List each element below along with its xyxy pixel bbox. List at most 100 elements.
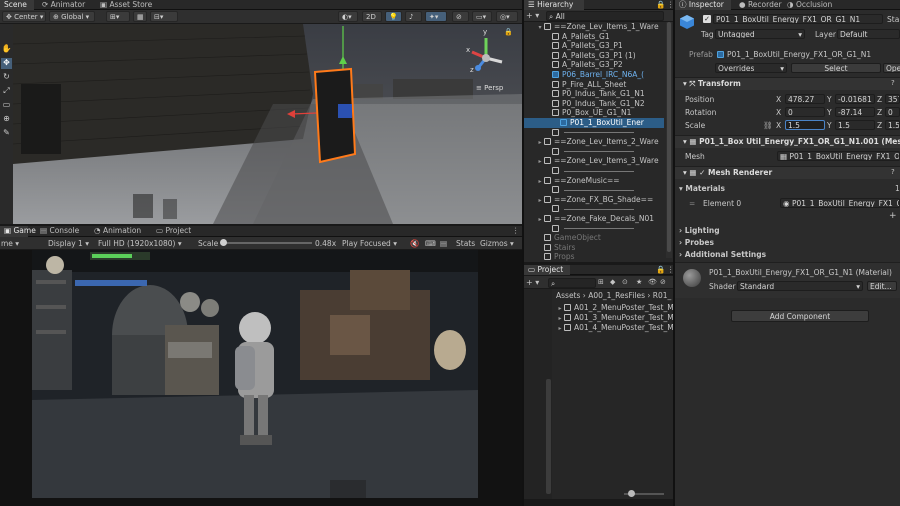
project-item[interactable]: ▸ A01_2_MenuPoster_Test_Ma	[556, 303, 673, 313]
shader-edit-button[interactable]: Edit...	[867, 281, 897, 291]
object-name-field[interactable]: P01_1_BoxUtil_Energy_FX1_OR_G1_N1	[713, 14, 883, 24]
hand-tool-icon[interactable]: ✋	[1, 44, 12, 55]
rotation-x-field[interactable]: 0	[785, 107, 825, 117]
project-visibility-icon[interactable]: ⊘	[660, 276, 666, 289]
shortcut-icon[interactable]: ⌨	[425, 238, 436, 249]
project-add-button[interactable]: + ▾	[526, 276, 539, 289]
resolution-dropdown[interactable]: Full HD (1920x1080) ▾	[98, 238, 182, 249]
tab-animator[interactable]: ⟳ Animator	[38, 0, 89, 10]
transform-header[interactable]: ▾ ⤧ Transform	[675, 77, 900, 90]
effects-toggle-icon[interactable]: ✦▾	[425, 11, 447, 22]
favorites-icon[interactable]: ★	[636, 276, 642, 289]
game-mode-dropdown[interactable]: me ▾	[1, 238, 19, 249]
grid-visibility-button[interactable]: ⊟▾	[150, 11, 178, 22]
custom-tool-icon[interactable]: ✎	[1, 128, 12, 139]
hierarchy-item[interactable]: Stairs	[524, 243, 664, 253]
hierarchy-item[interactable]	[524, 204, 664, 214]
mesh-field[interactable]: ▦ P01_1_BoxUtil_Energy_FX1_OR_G	[777, 151, 900, 161]
static-checkbox-label[interactable]: Sta	[887, 15, 899, 24]
breadcrumb-r01[interactable]: R01_	[653, 291, 672, 300]
space-dropdown[interactable]: ⊕ Global ▾	[49, 11, 95, 22]
snap-increment-button[interactable]: ▦	[133, 11, 147, 22]
transform-help-icon[interactable]: ?	[891, 79, 895, 87]
project-zoom-handle[interactable]	[628, 490, 635, 497]
draw-mode-button[interactable]: ◐▾	[338, 11, 358, 22]
active-checkbox[interactable]: ✓	[703, 15, 711, 23]
mesh-filter-header[interactable]: ▾ ▦ P01_1_Box Util_Energy_FX1_OR_G1_N1.0…	[675, 135, 900, 148]
mesh-renderer-checkbox[interactable]: ✓	[699, 168, 705, 177]
project-item[interactable]: ▸ A01_3_MenuPoster_Test_Ma	[556, 313, 673, 323]
select-button[interactable]: Select	[791, 63, 881, 73]
scale-slider-handle[interactable]	[220, 239, 227, 246]
materials-count[interactable]: 1	[895, 184, 900, 193]
tab-animation[interactable]: ◔ Animation	[90, 226, 145, 237]
tab-scene[interactable]: Scene	[0, 0, 34, 10]
gizmos-toggle-icon[interactable]: ◎▾	[496, 11, 518, 22]
lighting-foldout[interactable]: › Lighting	[679, 226, 720, 235]
rotation-y-field[interactable]: -87.14	[835, 107, 875, 117]
position-y-field[interactable]: -0.01681	[835, 94, 875, 104]
hierarchy-item[interactable]	[524, 147, 664, 157]
hierarchy-item[interactable]: A_Pallets_G3_P2	[524, 60, 664, 70]
gizmo-lock-icon[interactable]: 🔒	[504, 28, 513, 36]
project-tree-scrollbar[interactable]	[546, 379, 551, 494]
open-button[interactable]: Ope	[883, 63, 900, 73]
persp-label[interactable]: ≡ Persp	[476, 84, 503, 92]
hidden-objects-icon[interactable]: ⊘	[452, 11, 469, 22]
hierarchy-add-button[interactable]: + ▾	[526, 10, 539, 22]
additional-settings-foldout[interactable]: › Additional Settings	[679, 250, 766, 259]
probes-foldout[interactable]: › Probes	[679, 238, 714, 247]
lighting-toggle-icon[interactable]: 💡	[385, 11, 402, 22]
pivot-dropdown[interactable]: ✥ Center ▾	[2, 11, 46, 22]
hierarchy-item[interactable]: A_Pallets_G1	[524, 32, 664, 42]
search-by-label-icon[interactable]: ◆	[610, 276, 615, 289]
hierarchy-scrollbar[interactable]	[666, 22, 672, 258]
layer-dropdown[interactable]: Default	[837, 29, 900, 39]
hierarchy-item[interactable]: GameObject	[524, 233, 664, 243]
project-item[interactable]: ▸ A01_4_MenuPoster_Test_Ma	[556, 323, 673, 333]
rect-tool-icon[interactable]: ▭	[1, 100, 12, 111]
hierarchy-item[interactable]	[524, 224, 664, 234]
hierarchy-item[interactable]: ▸ ==ZoneMusic==	[524, 176, 664, 186]
stats-icon[interactable]: ▤	[440, 238, 447, 249]
scene-viewport[interactable]: y x z ≡ Persp 🔒	[13, 24, 522, 224]
rotate-tool-icon[interactable]: ↻	[1, 72, 12, 83]
breadcrumb-resfiles[interactable]: A00_1_ResFiles	[588, 291, 645, 300]
constrain-proportions-icon[interactable]: ⛓	[763, 121, 773, 130]
mute-audio-icon[interactable]: 🔇	[410, 238, 419, 249]
audio-toggle-icon[interactable]: ♪	[405, 11, 422, 22]
hierarchy-item[interactable]: ▸ ==Zone_Fake_Decals_N01	[524, 214, 664, 224]
tab-console[interactable]: ▤ Console	[36, 226, 83, 237]
hierarchy-item[interactable]: P06_Barrel_IRC_N6A_(	[524, 70, 664, 80]
position-x-field[interactable]: 478.27	[785, 94, 825, 104]
2d-toggle[interactable]: 2D	[362, 11, 382, 22]
hierarchy-item[interactable]: P_Fire_ALL_Sheet	[524, 80, 664, 90]
mesh-renderer-help-icon[interactable]: ?	[891, 168, 895, 176]
game-viewport[interactable]	[0, 250, 522, 506]
scale-y-field[interactable]: 1.5	[835, 120, 875, 130]
move-tool-icon[interactable]: ✥	[1, 58, 12, 69]
hierarchy-search-input[interactable]: ⌕ All	[546, 11, 664, 21]
hierarchy-item[interactable]: ▸ ==Zone_FX_BG_Shade==	[524, 195, 664, 205]
tag-dropdown[interactable]: Untagged ▾	[715, 29, 805, 39]
hierarchy-item[interactable]: Props	[524, 252, 664, 262]
search-by-log-icon[interactable]: ⊙	[622, 276, 628, 289]
overrides-dropdown[interactable]: Overrides ▾	[715, 63, 787, 73]
tab-project-bottom[interactable]: ▭ Project	[152, 226, 195, 237]
display-dropdown[interactable]: Display 1 ▾	[48, 238, 89, 249]
hidden-packages-icon[interactable]: 👁	[648, 276, 657, 289]
orientation-gizmo[interactable]: y x z ≡ Persp 🔒	[456, 28, 518, 96]
tab-recorder[interactable]: ● Recorder	[735, 0, 786, 10]
camera-settings-icon[interactable]: ▭▾	[472, 11, 492, 22]
gizmos-button[interactable]: Gizmos ▾	[480, 238, 514, 249]
hierarchy-item[interactable]: P01_1_BoxUtil_Ener	[524, 118, 664, 128]
prefab-asset-field[interactable]: P01_1_BoxUtil_Energy_FX1_OR_G1_N1	[717, 50, 871, 59]
element-drag-handle[interactable]: =	[689, 199, 695, 208]
material-element-field[interactable]: ◉ P01_1_BoxUtil_Energy_FX1_OR_G	[780, 198, 900, 208]
hierarchy-item[interactable]: A_Pallets_G3_P1	[524, 41, 664, 51]
tab-occlusion[interactable]: ◑ Occlusion	[783, 0, 836, 10]
hierarchy-item[interactable]: P0_Indus_Tank_G1_N2	[524, 99, 664, 109]
hierarchy-item[interactable]: A_Pallets_G3_P1 (1)	[524, 51, 664, 61]
tab-asset-store[interactable]: ▣ Asset Store	[96, 0, 156, 10]
hierarchy-item[interactable]: ▸ ==Zone_Lev_Items_2_Ware	[524, 137, 664, 147]
